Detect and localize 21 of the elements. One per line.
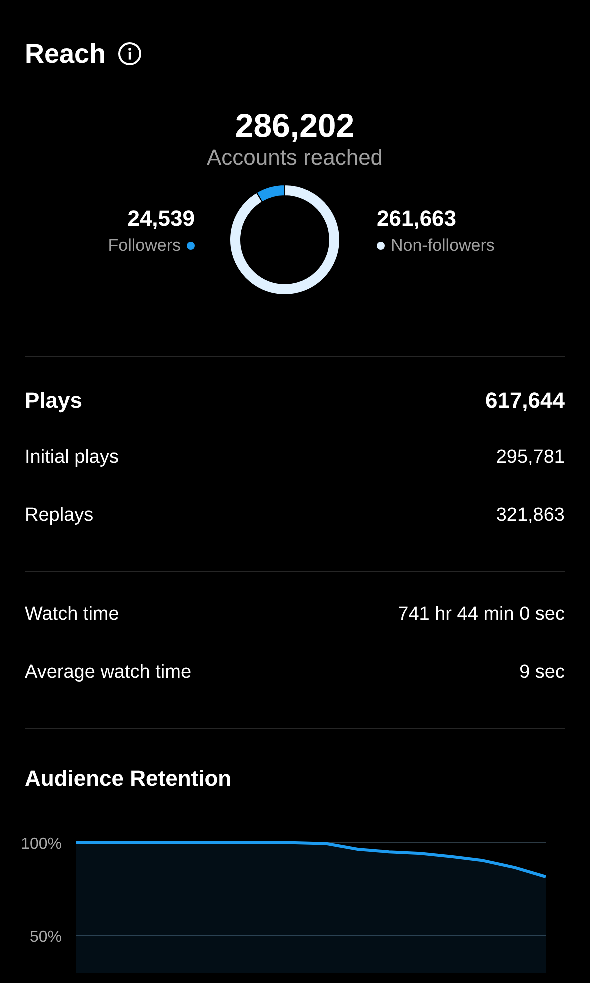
metric-value: 9 sec [520, 660, 565, 685]
metric-label: Average watch time [25, 660, 192, 685]
metric-label: Replays [25, 504, 94, 528]
count-value: 24,539 [128, 205, 195, 234]
metric-label: Initial plays [25, 446, 119, 470]
section-title: Reach [25, 38, 106, 70]
metric-value: 295,781 [496, 446, 565, 470]
metric-label: Plays [25, 386, 82, 415]
total-count: 286,202 [235, 108, 355, 144]
legend-label: Non-followers [391, 235, 495, 258]
metric-label: Watch time [25, 602, 120, 627]
info-icon[interactable] [118, 42, 142, 66]
metric-value: 617,644 [485, 386, 565, 414]
axis-label: 50% [30, 928, 62, 946]
section-title: Audience Retention [25, 765, 233, 793]
count-value: 261,663 [377, 205, 457, 234]
total-label: Accounts reached [206, 144, 384, 172]
metric-value: 741 hr 44 min 0 sec [398, 602, 565, 627]
legend-label: Followers [108, 235, 181, 258]
axis-label: 100% [21, 836, 62, 853]
metric-value: 321,863 [496, 504, 565, 528]
